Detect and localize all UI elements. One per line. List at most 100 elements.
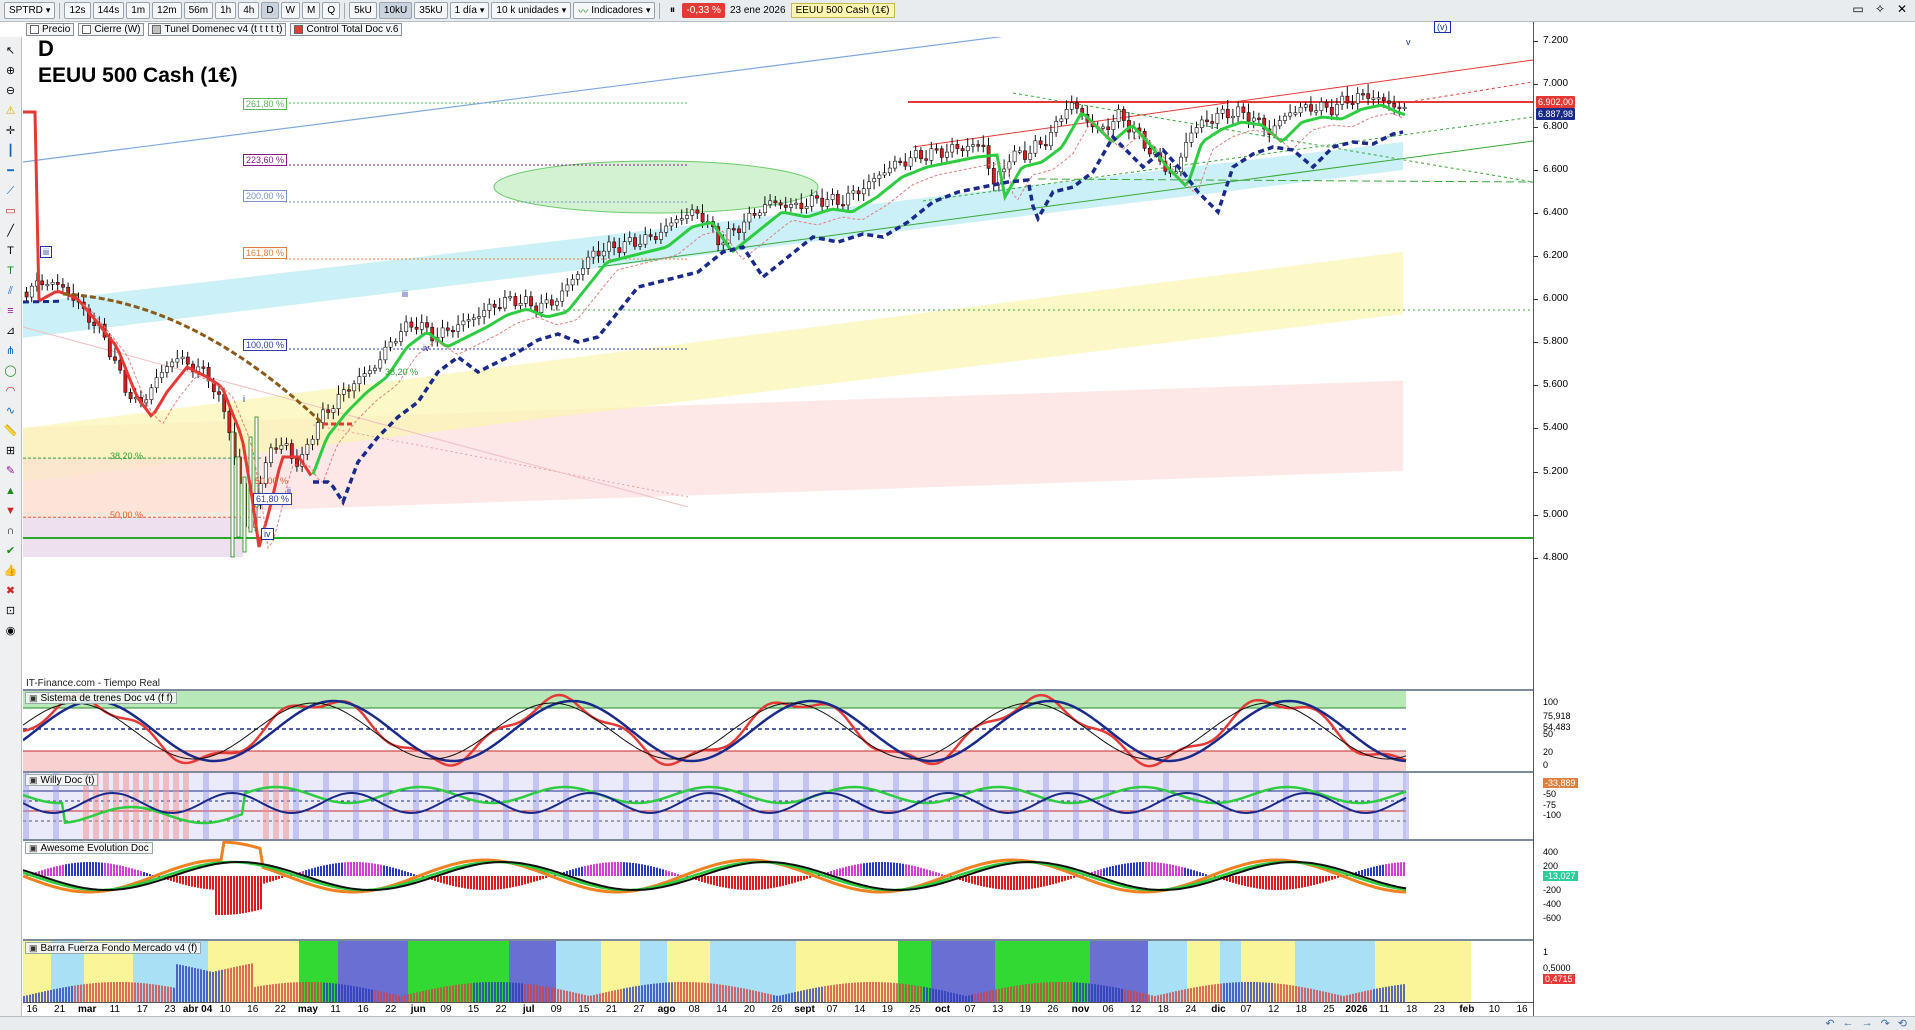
lock-icon[interactable]: ⊡ [3, 603, 19, 619]
line-tool-icon[interactable]: ╱ [3, 223, 19, 239]
close-pane-icon[interactable]: ▣ [29, 775, 38, 786]
zoom-out-icon[interactable]: ⊖ [3, 83, 19, 99]
alert-icon[interactable]: ⚠ [3, 103, 19, 119]
wave-label[interactable]: iv [423, 343, 430, 353]
fib-level-label[interactable]: 223,60 % [243, 154, 288, 166]
barra-bar [359, 987, 361, 1002]
timeframe-button[interactable]: Q [322, 2, 341, 19]
pause-icon[interactable]: ⏸ [664, 3, 680, 19]
minimize-icon[interactable]: ▭ [1851, 2, 1865, 16]
histogram-bar [1139, 862, 1141, 876]
close-pane-icon[interactable]: ▣ [29, 843, 38, 854]
legend-item[interactable]: Precio [26, 23, 75, 36]
eye-icon[interactable]: ◉ [3, 623, 19, 639]
horizontal-line-icon[interactable]: ━ [3, 163, 19, 179]
timeframe-button[interactable]: W [280, 2, 300, 19]
zoom-in-icon[interactable]: ⊕ [3, 63, 19, 79]
arrow-down-icon[interactable]: ▼ [3, 503, 19, 519]
ruler-icon[interactable]: 📏 [3, 423, 19, 439]
timeframe-button[interactable]: 12s [64, 2, 91, 19]
pitchfork-icon[interactable]: ⋔ [3, 343, 19, 359]
trenes-pane[interactable]: ▣ Sistema de trenes Doc v4 (f f) [23, 691, 1533, 771]
arc-icon[interactable]: ◠ [3, 383, 19, 399]
timeframe-button[interactable]: M [302, 2, 321, 19]
willy-title[interactable]: ▣ Willy Doc (t) [25, 774, 99, 786]
ellipse-icon[interactable]: ◯ [3, 363, 19, 379]
vertical-line-icon[interactable]: ┃ [3, 143, 19, 159]
scroll-start-icon[interactable]: ↶ [1825, 1017, 1834, 1030]
wave-label[interactable]: iv [261, 528, 274, 540]
timeframe-button[interactable]: 4h [238, 2, 260, 19]
symbol-selector[interactable]: SPTRD [4, 2, 56, 19]
timeframe-button[interactable]: 56m [183, 2, 214, 19]
volume-mode-button[interactable]: 35kU [414, 2, 448, 19]
legend-item[interactable]: Control Total Doc v.6 [290, 23, 403, 36]
volume-mode-button[interactable]: 10kU [378, 2, 413, 19]
delete-drawing-icon[interactable]: ✖ [3, 583, 19, 599]
check-icon[interactable]: ✔ [3, 543, 19, 559]
fib-level-label[interactable]: 100,00 % [243, 339, 288, 351]
scroll-right-icon[interactable]: → [1862, 1017, 1873, 1030]
barra-pane[interactable]: ▣ Barra Fuerza Fondo Mercado v4 (f) [23, 941, 1533, 1002]
crosshair-icon[interactable]: ✛ [3, 123, 19, 139]
price-pane[interactable] [23, 37, 1533, 690]
wave-label[interactable]: ii [287, 486, 291, 496]
timeframe-button[interactable]: D [261, 2, 279, 19]
awesome-title[interactable]: ▣ Awesome Evolution Doc [25, 842, 153, 854]
fib-level-label[interactable]: 161,80 % [243, 247, 288, 259]
wave-label[interactable]: v [1406, 37, 1411, 47]
units-dropdown[interactable]: 10 k unidades [491, 2, 572, 19]
pointer-icon[interactable]: ↖ [3, 43, 19, 59]
scroll-end-icon[interactable]: ↷ [1881, 1017, 1890, 1030]
wave-label[interactable]: (v) [1434, 21, 1451, 33]
close-icon[interactable]: ✕ [1895, 2, 1909, 16]
reset-zoom-icon[interactable]: ⟲ [1898, 1017, 1907, 1030]
willy-pane[interactable]: ▣ Willy Doc (t) [23, 773, 1533, 839]
trend-line-icon[interactable]: ⟋ [3, 183, 19, 199]
fib-level-label[interactable]: 38,20 % [108, 451, 145, 461]
rectangle-icon[interactable]: ▭ [3, 203, 19, 219]
close-pane-icon[interactable]: ▣ [29, 943, 38, 954]
trenes-title[interactable]: ▣ Sistema de trenes Doc v4 (f f) [25, 692, 177, 704]
fibonacci-icon[interactable]: ≡ [3, 303, 19, 319]
legend-item[interactable]: Cierre (W) [78, 23, 145, 36]
wave-label[interactable]: iii [40, 246, 52, 258]
gann-icon[interactable]: ⊿ [3, 323, 19, 339]
timeframe-button[interactable]: 1h [215, 2, 237, 19]
brush-icon[interactable]: ✎ [3, 463, 19, 479]
scroll-left-icon[interactable]: ← [1843, 1017, 1854, 1030]
histogram-bar [356, 862, 358, 876]
histogram-bar [440, 876, 442, 883]
awesome-pane[interactable]: ▣ Awesome Evolution Doc [23, 841, 1533, 939]
measure-icon[interactable]: ⊞ [3, 443, 19, 459]
wave-icon[interactable]: ∿ [3, 403, 19, 419]
arrow-up-icon[interactable]: ▲ [3, 483, 19, 499]
pin-icon[interactable]: ✧ [1873, 2, 1887, 16]
fib-level-label[interactable]: 261,80 % [243, 98, 288, 110]
channel-icon[interactable]: ⫽ [3, 283, 19, 299]
price-axis[interactable] [1533, 22, 1915, 1030]
wave-label[interactable]: i [243, 394, 245, 404]
timeframe-button[interactable]: 12m [152, 2, 182, 19]
volume-mode-button[interactable]: 5kU [349, 2, 377, 19]
text-color-icon[interactable]: T [3, 263, 19, 279]
close-pane-icon[interactable]: ▣ [29, 693, 38, 704]
legend-item[interactable]: Tunel Domenec v4 (t t t t t) [148, 23, 287, 36]
fib-level-label[interactable]: 50,00 % [253, 476, 290, 486]
histogram-bar [332, 863, 334, 876]
text-icon[interactable]: T [3, 243, 19, 259]
timeframe-button[interactable]: 144s [92, 2, 125, 19]
histogram-bar [89, 862, 91, 876]
barra-bar [899, 983, 901, 1002]
fib-level-label[interactable]: 200,00 % [243, 190, 288, 202]
fib-level-label[interactable]: 38,20 % [383, 367, 420, 377]
indicators-button[interactable]: 〰 Indicadores [573, 2, 656, 19]
interval-dropdown[interactable]: 1 día [449, 2, 490, 19]
thumbs-up-icon[interactable]: 👍 [3, 563, 19, 579]
barra-title[interactable]: ▣ Barra Fuerza Fondo Mercado v4 (f) [25, 942, 202, 954]
timeframe-button[interactable]: 1m [126, 2, 151, 19]
fib-level-label[interactable]: 50,00 % [108, 510, 145, 520]
barra-bar [140, 982, 142, 1002]
magnet-icon[interactable]: ∩ [3, 523, 19, 539]
wave-label[interactable]: iii [402, 289, 408, 299]
